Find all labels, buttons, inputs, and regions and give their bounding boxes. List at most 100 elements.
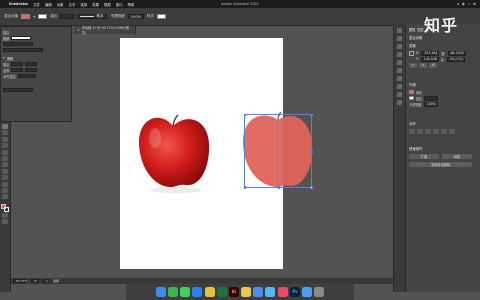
dock-chrome-icon[interactable]: [204, 286, 215, 297]
dock-messages-icon[interactable]: [180, 286, 191, 297]
type-tool-icon[interactable]: [2, 143, 8, 149]
cap-option[interactable]: [11, 62, 24, 66]
pen-tool-icon[interactable]: [2, 136, 8, 142]
resize-handle[interactable]: [277, 186, 281, 189]
align-stroke-option[interactable]: [17, 74, 36, 78]
dock-photoshop-icon[interactable]: Ps: [289, 286, 300, 297]
stroke-weight-field[interactable]: [60, 14, 75, 19]
menu-type[interactable]: 文字: [69, 2, 76, 7]
fill-swatch[interactable]: [409, 90, 414, 94]
dock-music-icon[interactable]: [277, 286, 288, 297]
menu-help[interactable]: 帮助: [127, 2, 134, 7]
tab-properties[interactable]: 属性: [409, 27, 415, 32]
chevron-down-icon[interactable]: ▾: [3, 56, 5, 60]
properties-icon[interactable]: [397, 28, 402, 33]
artboard-number-field[interactable]: 1: [43, 279, 49, 283]
dock-safari-icon[interactable]: [192, 286, 203, 297]
control-center-icon[interactable]: ◐: [462, 2, 465, 6]
libraries-icon[interactable]: [397, 44, 402, 49]
align-center-icon[interactable]: [417, 128, 423, 134]
menu-select[interactable]: 选择: [80, 2, 87, 7]
document-tab[interactable]: × 未标题-1* @ 50.77% (CMYK/预览): [74, 26, 136, 35]
transparency-icon[interactable]: [397, 92, 402, 97]
stroke-icon[interactable]: [397, 76, 402, 81]
eyedropper-tool-icon[interactable]: [2, 181, 8, 187]
zoom-field[interactable]: 50.77%: [13, 279, 27, 283]
flip-vertical-icon[interactable]: ⇵: [429, 62, 437, 68]
dock-app-store-icon[interactable]: [302, 286, 313, 297]
rotate-icon[interactable]: ⟲: [409, 62, 417, 68]
x-field[interactable]: 303.164: [421, 50, 440, 56]
align-middle-icon[interactable]: [441, 128, 447, 134]
reference-point-icon[interactable]: [409, 50, 414, 56]
home-icon[interactable]: ⌂: [457, 2, 459, 6]
menu-window[interactable]: 窗口: [116, 2, 123, 7]
tab-close-icon[interactable]: ×: [77, 28, 80, 32]
align-top-icon[interactable]: [433, 128, 439, 134]
rectangle-tool-icon[interactable]: [2, 155, 8, 161]
weight-field[interactable]: [11, 36, 32, 40]
stroke-swatch[interactable]: [38, 14, 48, 19]
app-menu[interactable]: Illustrator: [9, 2, 28, 6]
zoom-tool-icon[interactable]: [2, 194, 8, 200]
layers-icon[interactable]: [397, 36, 402, 41]
dock-files-icon[interactable]: [265, 286, 276, 297]
resize-handle[interactable]: [310, 186, 313, 189]
profile-field[interactable]: [3, 88, 33, 92]
line-tool-icon[interactable]: [2, 149, 8, 155]
align-bottom-icon[interactable]: [449, 128, 455, 134]
search-icon[interactable]: ⌕: [468, 2, 470, 6]
blend-tool-icon[interactable]: [2, 175, 8, 181]
align-left-icon[interactable]: [409, 128, 415, 134]
dock-illustrator-icon[interactable]: Ai: [228, 286, 239, 297]
resize-handle[interactable]: [310, 113, 313, 116]
expand-button[interactable]: 扩展: [409, 153, 439, 159]
brushes-icon[interactable]: [397, 60, 402, 65]
brush-style-dropdown[interactable]: 基本: [77, 14, 108, 19]
release-button[interactable]: 释放: [442, 153, 472, 159]
dock-finder-icon[interactable]: [155, 286, 166, 297]
menu-effect[interactable]: 效果: [92, 2, 99, 7]
rotate-tool-icon[interactable]: [2, 168, 8, 174]
settings-icon[interactable]: ⚙: [473, 2, 476, 6]
stroke-color-icon[interactable]: [4, 206, 9, 212]
dock-mail-icon[interactable]: [253, 286, 264, 297]
dock-excel-icon[interactable]: [216, 286, 227, 297]
opacity-field[interactable]: 100%: [423, 101, 438, 107]
brush-tool-icon[interactable]: [2, 162, 8, 168]
opacity-field[interactable]: 100%: [127, 14, 144, 19]
direct-selection-tool-icon[interactable]: [2, 130, 8, 136]
fill-swatch[interactable]: [21, 14, 31, 19]
screen-mode-icon[interactable]: [2, 219, 8, 225]
menu-edit[interactable]: 编辑: [45, 2, 52, 7]
rotation-field[interactable]: 0°: [31, 279, 39, 283]
align-right-icon[interactable]: [425, 128, 431, 134]
menu-object[interactable]: 对象: [57, 2, 64, 7]
corner-option[interactable]: [11, 68, 24, 72]
option-field[interactable]: [3, 42, 33, 46]
appearance-icon[interactable]: [397, 100, 402, 105]
stroke-swatch[interactable]: [409, 96, 414, 100]
option-field[interactable]: [3, 48, 43, 52]
hand-tool-icon[interactable]: [2, 187, 8, 193]
dock-notes-icon[interactable]: [241, 286, 252, 297]
resize-handle[interactable]: [277, 113, 281, 116]
recolor-artwork-button[interactable]: 重新着色图稿: [409, 161, 472, 167]
flip-horizontal-icon[interactable]: ⇋: [419, 62, 427, 68]
menu-file[interactable]: 文件: [33, 2, 40, 7]
gradient-icon[interactable]: [397, 84, 402, 89]
resize-handle[interactable]: [243, 186, 246, 189]
stroke-weight-field[interactable]: [424, 95, 439, 101]
corner-option[interactable]: [25, 68, 38, 72]
resize-handle[interactable]: [243, 113, 246, 116]
h-field[interactable]: 93.2711: [446, 56, 465, 62]
dock-trash-icon[interactable]: [314, 286, 325, 297]
chevron-down-icon[interactable]: ▾: [33, 15, 35, 19]
fill-stroke-widget[interactable]: [1, 203, 9, 212]
dock-wechat-icon[interactable]: [167, 286, 178, 297]
swatches-icon[interactable]: [397, 52, 402, 57]
draw-mode-icon[interactable]: [2, 213, 8, 219]
symbols-icon[interactable]: [397, 68, 402, 73]
selection-bounding-box[interactable]: [243, 113, 313, 189]
graphic-style-swatch[interactable]: [156, 14, 166, 19]
